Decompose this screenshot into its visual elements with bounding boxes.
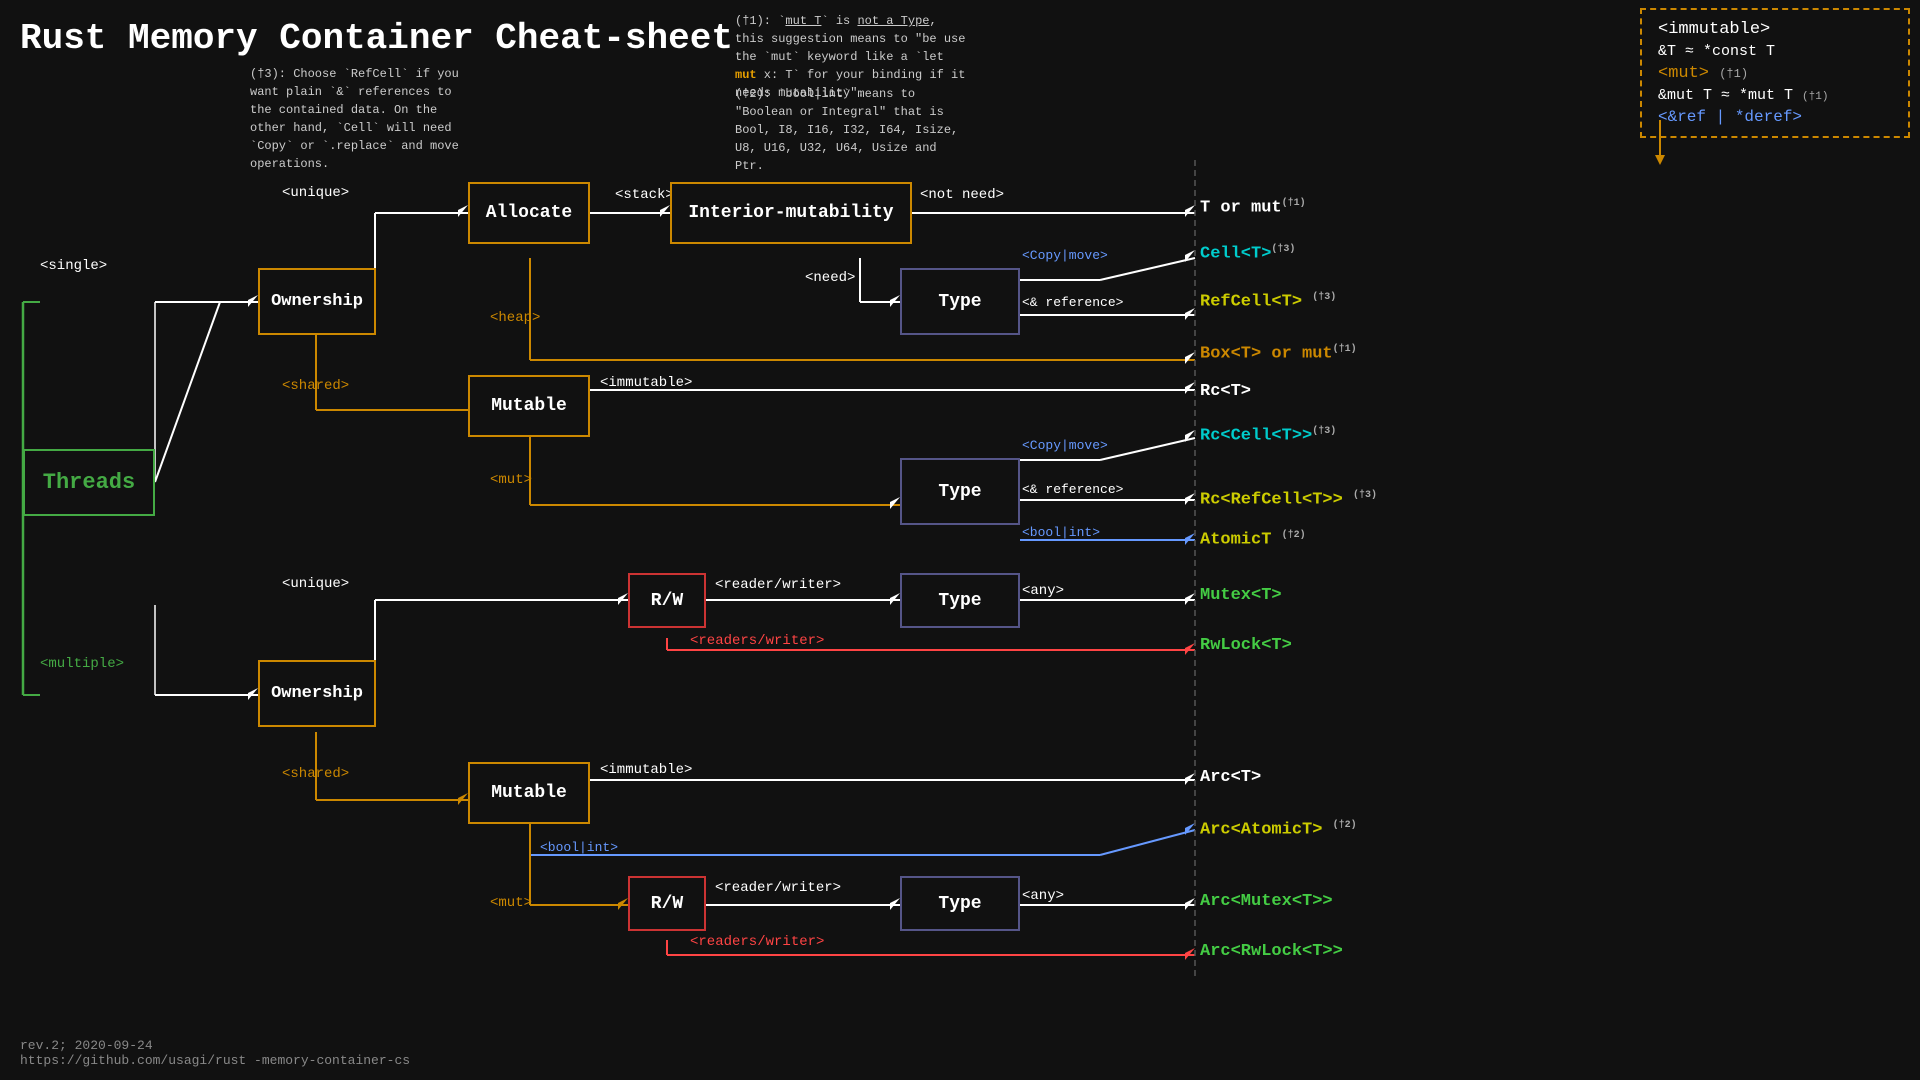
- interior-box: Interior-mutability: [670, 182, 912, 244]
- allocate-label: Allocate: [486, 203, 572, 223]
- interior-label: Interior-mutability: [688, 203, 893, 223]
- ownership2-label: Ownership: [271, 684, 363, 703]
- r3-sup: (†3): [1312, 292, 1336, 303]
- r12-sup: (†2): [1333, 820, 1357, 831]
- r4-sup: (†1): [1333, 344, 1357, 355]
- result-arc-mutex: Arc<Mutex<T>>: [1200, 892, 1333, 911]
- ownership2-box: Ownership: [258, 660, 376, 727]
- readers-writer1-label: <readers/writer>: [690, 633, 824, 649]
- deref-label: <&ref | *deref>: [1658, 108, 1892, 126]
- type4-label: Type: [938, 894, 981, 914]
- single-label: <single>: [40, 258, 107, 274]
- result-atomic: AtomicT (†2): [1200, 530, 1306, 550]
- need-label: <need>: [805, 270, 855, 286]
- result-box: Box<T> or mut(†1): [1200, 344, 1357, 364]
- mut1-label: <mut>: [490, 472, 532, 488]
- r1-sup: (†1): [1282, 198, 1306, 209]
- bool-int1-label: <bool|int>: [1022, 525, 1100, 540]
- ref2-label: <& reference>: [1022, 482, 1123, 497]
- immutable-label: <immutable>: [1658, 20, 1892, 39]
- result-rwlock: RwLock<T>: [1200, 636, 1292, 655]
- mut-label: <mut> (†1): [1658, 64, 1892, 83]
- ref-const-line: &T ≈ *const T: [1658, 43, 1892, 60]
- result-rc-cell: Rc<Cell<T>>(†3): [1200, 426, 1336, 446]
- footer-url: https://github.com/usagi/rust -memory-co…: [20, 1053, 410, 1068]
- note1: (†3): Choose `RefCell` if you want plain…: [250, 65, 480, 173]
- mutable2-box: Mutable: [468, 762, 590, 824]
- mutable2-label: Mutable: [491, 783, 567, 803]
- copy-move2-label: <Copy|move>: [1022, 438, 1108, 453]
- result-rc: Rc<T>: [1200, 382, 1251, 401]
- shared1-label: <shared>: [282, 378, 349, 394]
- rw2-label: R/W: [651, 894, 683, 914]
- top-right-legend: <immutable> &T ≈ *const T <mut> (†1) &mu…: [1640, 8, 1910, 138]
- ownership1-box: Ownership: [258, 268, 376, 335]
- type3-label: Type: [938, 591, 981, 611]
- type1-label: Type: [938, 292, 981, 312]
- type4-box: Type: [900, 876, 1020, 931]
- reader-writer2-label: <reader/writer>: [715, 880, 841, 896]
- rw1-label: R/W: [651, 591, 683, 611]
- rw1-box: R/W: [628, 573, 706, 628]
- ref1-label: <& reference>: [1022, 295, 1123, 310]
- threads-label: Threads: [43, 470, 135, 495]
- bool-int2-label: <bool|int>: [540, 840, 618, 855]
- heap-label: <heap>: [490, 310, 540, 326]
- copy-move1-label: <Copy|move>: [1022, 248, 1108, 263]
- unique1-label: <unique>: [282, 185, 349, 201]
- multiple-label: <multiple>: [40, 656, 124, 672]
- r7-sup: (†3): [1353, 490, 1377, 501]
- result-rc-refcell: Rc<RefCell<T>> (†3): [1200, 490, 1377, 510]
- result-arc-atomic: Arc<AtomicT> (†2): [1200, 820, 1357, 840]
- immutable1-label: <immutable>: [600, 375, 692, 391]
- page-title: Rust Memory Container Cheat-sheet: [20, 18, 733, 59]
- footer-rev: rev.2; 2020-09-24: [20, 1038, 410, 1053]
- r8-sup: (†2): [1282, 530, 1306, 541]
- result-cell: Cell<T>(†3): [1200, 244, 1295, 264]
- rw2-box: R/W: [628, 876, 706, 931]
- type2-label: Type: [938, 482, 981, 502]
- ownership1-label: Ownership: [271, 292, 363, 311]
- mutable1-box: Mutable: [468, 375, 590, 437]
- stack-label: <stack>: [615, 187, 674, 203]
- unique2-label: <unique>: [282, 576, 349, 592]
- any2-label: <any>: [1022, 888, 1064, 904]
- r2-sup: (†3): [1271, 244, 1295, 255]
- readers-writer2-label: <readers/writer>: [690, 934, 824, 950]
- mutable1-label: Mutable: [491, 396, 567, 416]
- result-t-or-mut: T or mut(†1): [1200, 198, 1306, 218]
- immutable2-label: <immutable>: [600, 762, 692, 778]
- type3-box: Type: [900, 573, 1020, 628]
- result-arc-rwlock: Arc<RwLock<T>>: [1200, 942, 1343, 961]
- result-mutex: Mutex<T>: [1200, 586, 1282, 605]
- note3: (†2): `bool|int` means to "Boolean or In…: [735, 85, 970, 175]
- reader-writer1-label: <reader/writer>: [715, 577, 841, 593]
- allocate-box: Allocate: [468, 182, 590, 244]
- threads-box: Threads: [23, 449, 155, 516]
- mut-ref-line: &mut T ≈ *mut T (†1): [1658, 87, 1892, 104]
- type1-box: Type: [900, 268, 1020, 335]
- any1-label: <any>: [1022, 583, 1064, 599]
- type2-box: Type: [900, 458, 1020, 525]
- not-need-label: <not need>: [920, 187, 1004, 203]
- footer: rev.2; 2020-09-24 https://github.com/usa…: [20, 1038, 410, 1068]
- mut2-label: <mut>: [490, 895, 532, 911]
- shared2-label: <shared>: [282, 766, 349, 782]
- result-arc: Arc<T>: [1200, 768, 1261, 787]
- r6-sup: (†3): [1312, 426, 1336, 437]
- result-refcell: RefCell<T> (†3): [1200, 292, 1336, 312]
